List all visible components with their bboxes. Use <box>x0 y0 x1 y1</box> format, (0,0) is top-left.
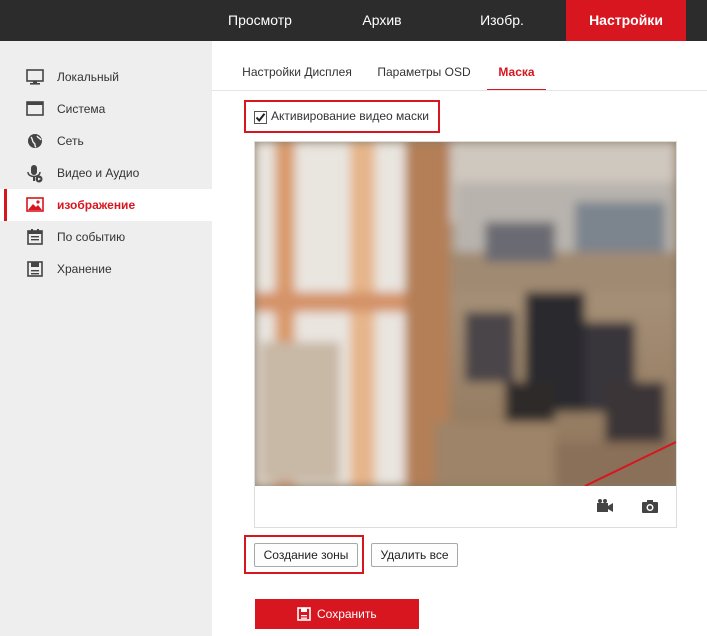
camera-icon[interactable] <box>641 498 659 514</box>
tab-osd-settings[interactable]: Параметры OSD <box>368 57 480 91</box>
monitor-icon <box>25 69 45 85</box>
tab-privacy-mask[interactable]: Маска <box>487 57 546 91</box>
sidebar: Локальный Система Сеть Видео и Аудио изо… <box>0 41 212 636</box>
delete-all-button[interactable]: Удалить все <box>371 543 458 567</box>
microphone-icon <box>25 165 45 183</box>
sidebar-item-network[interactable]: Сеть <box>0 125 212 157</box>
nav-tab-playback[interactable]: Архив <box>332 0 432 41</box>
enable-mask-label[interactable]: Активирование видео маски <box>271 109 429 123</box>
create-zone-button[interactable]: Создание зоны <box>254 543 358 567</box>
sidebar-item-label: По событию <box>57 230 126 244</box>
sidebar-item-image[interactable]: изображение <box>0 189 212 221</box>
sidebar-item-label: Сеть <box>57 134 84 148</box>
nav-tab-live-view[interactable]: Просмотр <box>211 0 309 41</box>
tab-display-settings[interactable]: Настройки Дисплея <box>232 57 362 91</box>
top-nav: Просмотр Архив Изобр. Настройки <box>0 0 707 41</box>
save-button[interactable]: Сохранить <box>255 599 419 629</box>
sidebar-item-label: Хранение <box>57 262 112 276</box>
nav-tab-picture[interactable]: Изобр. <box>452 0 552 41</box>
globe-icon <box>25 133 45 149</box>
sidebar-item-local[interactable]: Локальный <box>0 61 212 93</box>
sidebar-item-label: Видео и Аудио <box>57 166 140 180</box>
sidebar-item-label: изображение <box>57 198 136 212</box>
nav-tab-configuration[interactable]: Настройки <box>566 0 686 41</box>
image-icon <box>25 197 45 213</box>
calendar-icon <box>25 229 45 245</box>
save-button-label: Сохранить <box>317 607 377 621</box>
sidebar-item-system[interactable]: Система <box>0 93 212 125</box>
video-camera-icon[interactable] <box>596 498 614 514</box>
sidebar-item-storage[interactable]: Хранение <box>0 253 212 285</box>
sidebar-item-label: Система <box>57 102 106 116</box>
enable-mask-checkbox[interactable] <box>254 111 267 124</box>
save-icon <box>297 607 311 621</box>
disk-icon <box>25 261 45 277</box>
window-icon <box>25 101 45 117</box>
sidebar-item-video-audio[interactable]: Видео и Аудио <box>0 157 212 189</box>
live-video-preview[interactable] <box>255 142 676 486</box>
tabs-divider <box>212 90 707 91</box>
sidebar-item-event[interactable]: По событию <box>0 221 212 253</box>
sidebar-item-label: Локальный <box>57 70 119 84</box>
